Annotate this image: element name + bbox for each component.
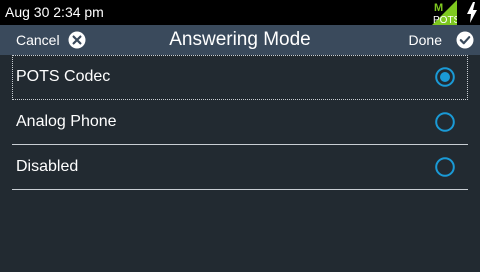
radio-unselected-icon[interactable] [435,157,455,177]
charging-bolt-icon [467,2,477,23]
answering-mode-options: POTS Codec Analog Phone Disabled [12,55,468,190]
cancel-button[interactable]: Cancel [16,25,86,55]
option-label: Analog Phone [16,113,117,130]
option-label: Disabled [16,158,79,175]
radio-selected-icon[interactable] [435,67,455,87]
close-circle-icon [68,31,86,49]
cancel-label: Cancel [16,32,60,48]
pots-status-icon: M POTS [432,0,457,25]
pots-badge-letter: M [434,2,443,14]
radio-unselected-icon[interactable] [435,112,455,132]
pots-badge-text: POTS [433,15,457,25]
status-datetime: Aug 30 2:34 pm [5,4,104,20]
option-analog-phone[interactable]: Analog Phone [12,100,468,145]
option-pots-codec[interactable]: POTS Codec [12,55,468,100]
option-label: POTS Codec [16,68,111,85]
done-button[interactable]: Done [409,25,474,55]
title-bar: Answering Mode Cancel Done [0,25,480,55]
check-circle-icon [456,31,474,49]
done-label: Done [408,32,442,48]
status-bar: Aug 30 2:34 pm M POTS [0,0,480,25]
option-disabled[interactable]: Disabled [12,145,468,190]
